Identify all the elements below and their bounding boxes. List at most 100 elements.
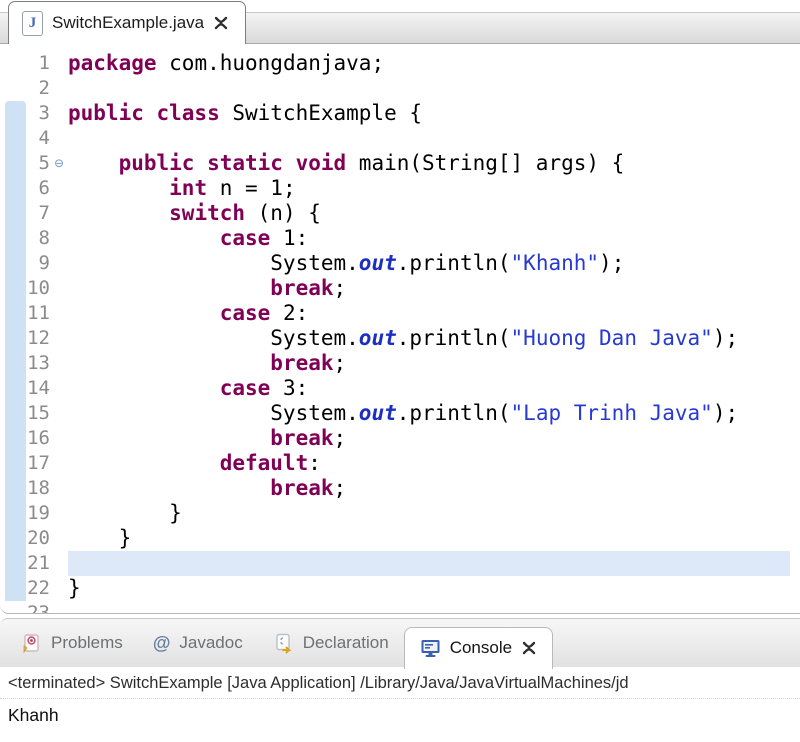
line-number: 12 (0, 326, 50, 351)
code-text: break; (68, 426, 790, 451)
code-line: 15 System.out.println("Lap Trinh Java"); (0, 401, 800, 426)
declaration-icon (273, 633, 294, 654)
code-line: 19 } (0, 501, 800, 526)
code-text: break; (68, 351, 790, 376)
code-lines: 1package com.huongdanjava;23public class… (0, 51, 800, 614)
line-number: 5 (0, 151, 50, 176)
fold-column (50, 601, 68, 614)
line-number: 16 (0, 426, 50, 451)
java-file-icon: J (22, 11, 43, 36)
code-line: 18 break; (0, 476, 800, 501)
code-text: System.out.println("Lap Trinh Java"); (68, 401, 790, 426)
code-line: 22} (0, 576, 800, 601)
code-line: 1package com.huongdanjava; (0, 51, 800, 76)
code-text (68, 601, 790, 614)
code-text: switch (n) { (68, 201, 790, 226)
line-number: 4 (0, 126, 50, 151)
fold-column (50, 476, 68, 501)
code-text: System.out.println("Khanh"); (68, 251, 790, 276)
line-number: 9 (0, 251, 50, 276)
line-number: 22 (0, 576, 50, 601)
fold-column (50, 451, 68, 476)
console-output-text: Khanh (0, 699, 800, 732)
tab-javadoc[interactable]: @ Javadoc (138, 619, 258, 667)
code-line: 14 case 3: (0, 376, 800, 401)
line-number: 15 (0, 401, 50, 426)
code-line: 23 (0, 601, 800, 614)
code-text: } (68, 526, 790, 551)
line-number: 2 (0, 76, 50, 101)
editor-tab-bar: J SwitchExample.java (0, 0, 800, 44)
line-number: 11 (0, 301, 50, 326)
javadoc-icon: @ (153, 633, 171, 654)
bottom-view-tab-bar: Problems @ Javadoc Declaration Console (0, 618, 800, 667)
line-number: 6 (0, 176, 50, 201)
code-text: int n = 1; (68, 176, 790, 201)
tab-console[interactable]: Console (404, 627, 553, 669)
close-icon[interactable] (213, 15, 229, 31)
code-line: 12 System.out.println("Huong Dan Java"); (0, 326, 800, 351)
problems-icon (21, 633, 42, 654)
code-line: 5⊖ public static void main(String[] args… (0, 151, 800, 176)
fold-column (50, 76, 68, 101)
code-line: 17 default: (0, 451, 800, 476)
code-line: 9 System.out.println("Khanh"); (0, 251, 800, 276)
code-text: case 3: (68, 376, 790, 401)
line-number: 10 (0, 276, 50, 301)
code-line: 4 (0, 126, 800, 151)
code-text: System.out.println("Huong Dan Java"); (68, 326, 790, 351)
line-number: 1 (0, 51, 50, 76)
code-line: 16 break; (0, 426, 800, 451)
tab-switchexample-java[interactable]: J SwitchExample.java (8, 1, 246, 44)
fold-column (50, 201, 68, 226)
line-number: 18 (0, 476, 50, 501)
code-line: 6 int n = 1; (0, 176, 800, 201)
console-icon (420, 638, 441, 659)
line-number: 23 (0, 601, 50, 614)
tab-declaration-label: Declaration (303, 633, 389, 653)
line-number: 21 (0, 551, 50, 576)
code-text: case 1: (68, 226, 790, 251)
close-icon[interactable] (521, 640, 537, 656)
fold-column (50, 576, 68, 601)
code-editor[interactable]: 1package com.huongdanjava;23public class… (0, 44, 800, 614)
tab-declaration[interactable]: Declaration (258, 619, 404, 667)
line-number: 7 (0, 201, 50, 226)
fold-column (50, 351, 68, 376)
fold-column (50, 376, 68, 401)
fold-column (50, 51, 68, 76)
tab-console-label: Console (450, 638, 512, 658)
code-text: public static void main(String[] args) { (68, 151, 790, 176)
code-line: 13 break; (0, 351, 800, 376)
code-line: 7 switch (n) { (0, 201, 800, 226)
line-number: 19 (0, 501, 50, 526)
line-number: 8 (0, 226, 50, 251)
editor-tab-title: SwitchExample.java (52, 13, 204, 33)
line-number: 14 (0, 376, 50, 401)
tab-problems[interactable]: Problems (6, 619, 138, 667)
fold-column (50, 126, 68, 151)
code-line: 21 (0, 551, 800, 576)
code-line: 20 } (0, 526, 800, 551)
line-number: 17 (0, 451, 50, 476)
code-text: break; (68, 476, 790, 501)
code-text (68, 76, 790, 101)
line-number: 13 (0, 351, 50, 376)
code-text: } (68, 576, 790, 601)
code-text: default: (68, 451, 790, 476)
code-text: public class SwitchExample { (68, 101, 790, 126)
fold-column (50, 501, 68, 526)
fold-column (50, 526, 68, 551)
console-view: <terminated> SwitchExample [Java Applica… (0, 667, 800, 741)
code-text: break; (68, 276, 790, 301)
code-text: case 2: (68, 301, 790, 326)
fold-collapse-icon[interactable]: ⊖ (50, 151, 68, 176)
code-line: 3public class SwitchExample { (0, 101, 800, 126)
line-number: 20 (0, 526, 50, 551)
fold-column (50, 251, 68, 276)
code-line: 8 case 1: (0, 226, 800, 251)
tab-problems-label: Problems (51, 633, 123, 653)
fold-column (50, 176, 68, 201)
code-line: 10 break; (0, 276, 800, 301)
fold-column (50, 276, 68, 301)
